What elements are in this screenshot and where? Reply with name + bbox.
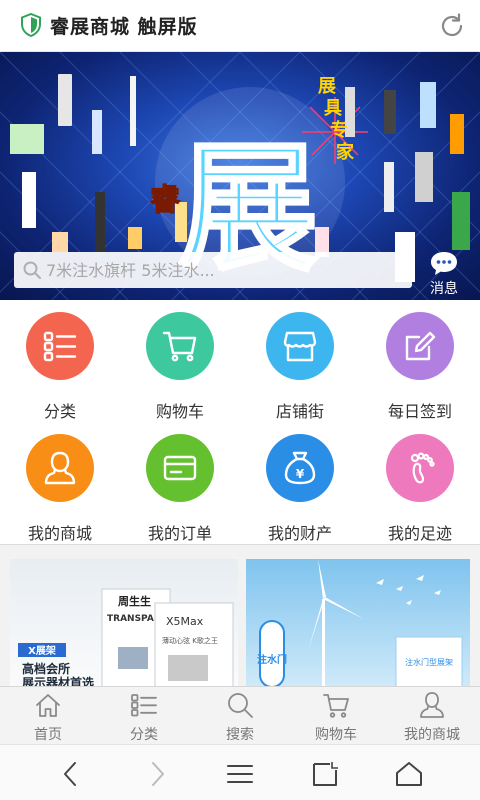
banner-slogan-char: 专: [330, 119, 348, 141]
menu-label: 店铺街: [275, 402, 324, 421]
banner-slogan-char: 家: [336, 141, 355, 163]
product-tag: 注水门: [257, 653, 287, 666]
tab-label: 购物车: [315, 727, 357, 743]
refresh-icon[interactable]: [438, 12, 466, 40]
bottom-tab-bar: 首页 分类 搜索 购物车 我的商城: [0, 686, 480, 744]
forward-arrow-icon[interactable]: [142, 759, 172, 789]
menu-label: 购物车: [155, 402, 204, 421]
search-input[interactable]: [46, 260, 406, 280]
product-brand2: TRANSPA: [107, 614, 154, 624]
product-card-water-door[interactable]: 注水门 注水门型展架: [246, 559, 470, 687]
menu-item-cart[interactable]: 购物车: [120, 300, 240, 421]
shield-icon: [21, 13, 41, 37]
product-brand1: 周生生: [118, 594, 151, 608]
menu-item-shops[interactable]: 店铺街: [240, 300, 360, 421]
app-title: 睿展商城 触屏版: [50, 16, 198, 38]
top-app-bar: 睿展商城 触屏版: [0, 0, 480, 52]
message-label: 消息: [430, 281, 458, 297]
home-icon[interactable]: [394, 759, 424, 789]
list-icon: [26, 312, 94, 380]
banner-brand-char: 睿: [150, 183, 181, 218]
user-icon: [420, 692, 444, 718]
home-icon: [36, 694, 60, 717]
menu-item-checkin[interactable]: 每日签到: [360, 300, 480, 421]
menu-lines-icon[interactable]: [225, 759, 255, 789]
message-button[interactable]: 消息: [424, 250, 464, 298]
list-icon: [131, 694, 157, 717]
windows-icon[interactable]: [310, 759, 340, 789]
menu-grid: 分类 购物车 店铺街 每日签到 我的商城 我的订单 ¥ 我的财产 我的足迹: [0, 300, 480, 544]
tab-label: 分类: [130, 727, 158, 743]
money-bag-icon: ¥: [266, 434, 334, 502]
chat-bubble-icon: [431, 252, 457, 275]
cart-icon: [146, 312, 214, 380]
product-line1: 高档会所: [22, 661, 70, 676]
search-icon: [228, 693, 253, 718]
search-icon: [23, 261, 41, 279]
search-bar[interactable]: [14, 252, 412, 288]
menu-item-category[interactable]: 分类: [0, 300, 120, 421]
user-icon: [26, 434, 94, 502]
tab-label: 搜索: [226, 727, 254, 743]
menu-label: 我的商城: [27, 524, 92, 543]
tab-category[interactable]: 分类: [96, 687, 192, 745]
menu-item-my-mall[interactable]: 我的商城: [0, 422, 120, 543]
system-nav-bar: [0, 744, 480, 800]
banner-slogan-char: 展: [318, 76, 337, 97]
tab-label: 首页: [34, 727, 62, 743]
menu-label: 分类: [43, 402, 76, 421]
menu-item-my-assets[interactable]: ¥ 我的财产: [240, 422, 360, 543]
tab-my-mall[interactable]: 我的商城: [384, 687, 480, 745]
menu-label: 我的足迹: [387, 524, 452, 543]
product-vtext: 注水门型展架: [405, 657, 453, 667]
tab-label: 我的商城: [404, 727, 460, 743]
shop-icon: [266, 312, 334, 380]
menu-label: 每日签到: [387, 402, 452, 421]
cart-icon: [323, 694, 349, 718]
product-card-x-stand[interactable]: X展架 高档会所 展示器材首选 周生生 TRANSPA X5Max 薄动心弦 K…: [10, 559, 238, 687]
menu-label: 我的订单: [147, 524, 212, 543]
back-arrow-icon[interactable]: [56, 759, 86, 789]
edit-icon: [386, 312, 454, 380]
product-tag: X展架: [28, 644, 56, 657]
menu-item-footprint[interactable]: 我的足迹: [360, 422, 480, 543]
menu-item-my-orders[interactable]: 我的订单: [120, 422, 240, 543]
footprint-icon: [386, 434, 454, 502]
tab-home[interactable]: 首页: [0, 687, 96, 745]
banner-slogan-char: 具: [324, 98, 342, 119]
product-brand3: X5Max: [166, 615, 204, 628]
tab-search[interactable]: 搜索: [192, 687, 288, 745]
card-icon: [146, 434, 214, 502]
product-strip: X展架 高档会所 展示器材首选 周生生 TRANSPA X5Max 薄动心弦 K…: [0, 544, 480, 687]
menu-label: 我的财产: [267, 524, 332, 543]
product-sub: 薄动心弦 K歌之王: [162, 636, 218, 645]
svg-text:¥: ¥: [296, 467, 305, 481]
tab-cart[interactable]: 购物车: [288, 687, 384, 745]
